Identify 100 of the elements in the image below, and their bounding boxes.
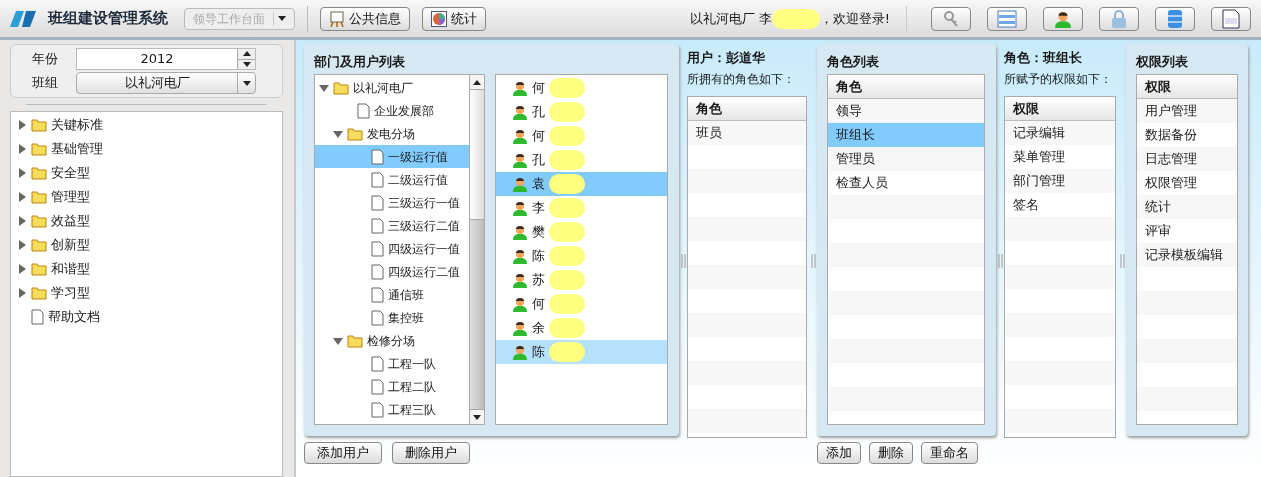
expand-arrow-icon[interactable] (17, 216, 27, 226)
user-row[interactable]: 孔 (496, 100, 667, 124)
toolbar-button[interactable] (1099, 6, 1139, 31)
action-button[interactable]: 删除用户 (392, 442, 470, 464)
action-button[interactable]: 添加 (817, 442, 861, 464)
folder-icon (347, 126, 363, 141)
tree-item[interactable]: 和谐型 (11, 257, 282, 281)
tree-label: 安全型 (51, 164, 90, 183)
user-row[interactable]: 李 (496, 196, 667, 220)
user-row[interactable]: 袁 (496, 172, 667, 196)
toolbar-button[interactable] (1211, 6, 1251, 31)
user-row[interactable]: 何 (496, 124, 667, 148)
collapse-arrow-icon[interactable] (333, 335, 343, 346)
user-row[interactable]: 何 (496, 76, 667, 100)
tree-item[interactable]: 创新型 (11, 233, 282, 257)
group-select[interactable]: 以礼河电厂 (76, 72, 256, 94)
action-button[interactable]: 重命名 (921, 442, 978, 464)
expand-arrow-icon[interactable] (17, 144, 27, 154)
nav-button[interactable]: 公共信息 (320, 6, 410, 31)
panel-title: 权限列表 (1136, 53, 1189, 71)
list-row[interactable]: 记录编辑 (1005, 121, 1115, 145)
tree-item[interactable]: 企业发展部 (315, 99, 469, 122)
splitter-grip-icon[interactable] (997, 253, 1003, 268)
tree-item[interactable]: 效益型 (11, 209, 282, 233)
splitter-grip-icon[interactable] (810, 253, 816, 268)
action-button[interactable]: 添加用户 (304, 442, 382, 464)
list-row[interactable]: 班组长 (828, 123, 984, 147)
tree-label: 发电分场 (367, 125, 415, 143)
list-row[interactable]: 部门管理 (1005, 169, 1115, 193)
expand-arrow-icon[interactable] (17, 240, 27, 250)
splitter-grip-icon[interactable] (1119, 253, 1125, 268)
expand-arrow-icon[interactable] (17, 264, 27, 274)
tree-label: 工程二队 (388, 378, 436, 396)
tree-item[interactable]: 集控班 (315, 306, 469, 329)
tree-item[interactable]: 四级运行一值 (315, 237, 469, 260)
user-row[interactable]: 余 (496, 316, 667, 340)
document-icon (31, 309, 44, 325)
tree-item[interactable]: 工程三队 (315, 398, 469, 421)
list-row[interactable]: 权限管理 (1137, 171, 1237, 195)
tree-item[interactable]: 学习型 (11, 281, 282, 305)
list-row[interactable]: 数据备份 (1137, 123, 1237, 147)
tree-item[interactable]: 以礼河电厂 (315, 76, 469, 99)
tree-item[interactable]: 三级运行二值 (315, 214, 469, 237)
scrollbar[interactable] (469, 75, 484, 424)
tree-item[interactable]: 帮助文档 (11, 305, 282, 329)
tree-item[interactable]: 基础管理 (11, 137, 282, 161)
tree-label: 工程三队 (388, 401, 436, 419)
tree-item[interactable]: 三级运行一值 (315, 191, 469, 214)
user-row[interactable]: 苏 (496, 268, 667, 292)
redaction-blob (771, 8, 820, 29)
list-row[interactable]: 记录模板编辑 (1137, 243, 1237, 267)
user-name: 陈 (532, 343, 545, 362)
expand-arrow-icon[interactable] (17, 192, 27, 202)
tree-item[interactable]: 工程一队 (315, 352, 469, 375)
list-row[interactable]: 菜单管理 (1005, 145, 1115, 169)
tree-item[interactable]: 通信班 (315, 283, 469, 306)
document-icon (371, 171, 384, 188)
tree-item[interactable]: 二级运行值 (315, 168, 469, 191)
collapse-arrow-icon[interactable] (333, 128, 343, 139)
list-row[interactable]: 日志管理 (1137, 147, 1237, 171)
tree-item[interactable]: 安全型 (11, 161, 282, 185)
list-row[interactable]: 签名 (1005, 193, 1115, 217)
splitter-grip-icon[interactable] (680, 253, 686, 268)
spin-up-button[interactable] (238, 49, 255, 60)
tree-label: 四级运行二值 (388, 263, 460, 281)
expand-arrow-icon[interactable] (17, 120, 27, 130)
user-row[interactable]: 孔 (496, 148, 667, 172)
user-row[interactable]: 何 (496, 292, 667, 316)
tree-item[interactable]: 一级运行值 (315, 145, 469, 168)
tree-item[interactable]: 发电分场 (315, 122, 469, 145)
panel-title: 角色：班组长 (1004, 49, 1083, 67)
list-row[interactable]: 评审 (1137, 219, 1237, 243)
toolbar-button[interactable] (931, 6, 971, 31)
user-name: 陈 (532, 247, 545, 266)
tree-item[interactable]: 管理型 (11, 185, 282, 209)
year-spinner[interactable]: 2012 (76, 48, 256, 70)
tree-item[interactable]: 检修分场 (315, 329, 469, 352)
expand-arrow-icon[interactable] (17, 168, 27, 178)
toolbar-button[interactable] (987, 6, 1027, 31)
toolbar-button[interactable] (1155, 6, 1195, 31)
list-row[interactable]: 检查人员 (828, 171, 984, 195)
user-row[interactable]: 樊 (496, 220, 667, 244)
action-button[interactable]: 删除 (869, 442, 913, 464)
tree-item[interactable]: 关键标准 (11, 113, 282, 137)
nav-button[interactable]: 统计 (422, 6, 486, 31)
tree-item[interactable]: 工程二队 (315, 375, 469, 398)
list-row[interactable]: 统计 (1137, 195, 1237, 219)
collapse-arrow-icon[interactable] (319, 82, 329, 93)
list-row[interactable]: 领导 (828, 99, 984, 123)
redaction-blob (549, 126, 585, 146)
down-arrow-icon (473, 414, 481, 420)
document-icon (371, 263, 384, 280)
user-row[interactable]: 陈 (496, 340, 667, 364)
expand-arrow-icon[interactable] (17, 288, 27, 298)
list-row[interactable]: 用户管理 (1137, 99, 1237, 123)
list-row[interactable]: 班员 (688, 121, 806, 145)
tree-item[interactable]: 四级运行二值 (315, 260, 469, 283)
list-row[interactable]: 管理员 (828, 147, 984, 171)
user-row[interactable]: 陈 (496, 244, 667, 268)
toolbar-button[interactable] (1043, 6, 1083, 31)
